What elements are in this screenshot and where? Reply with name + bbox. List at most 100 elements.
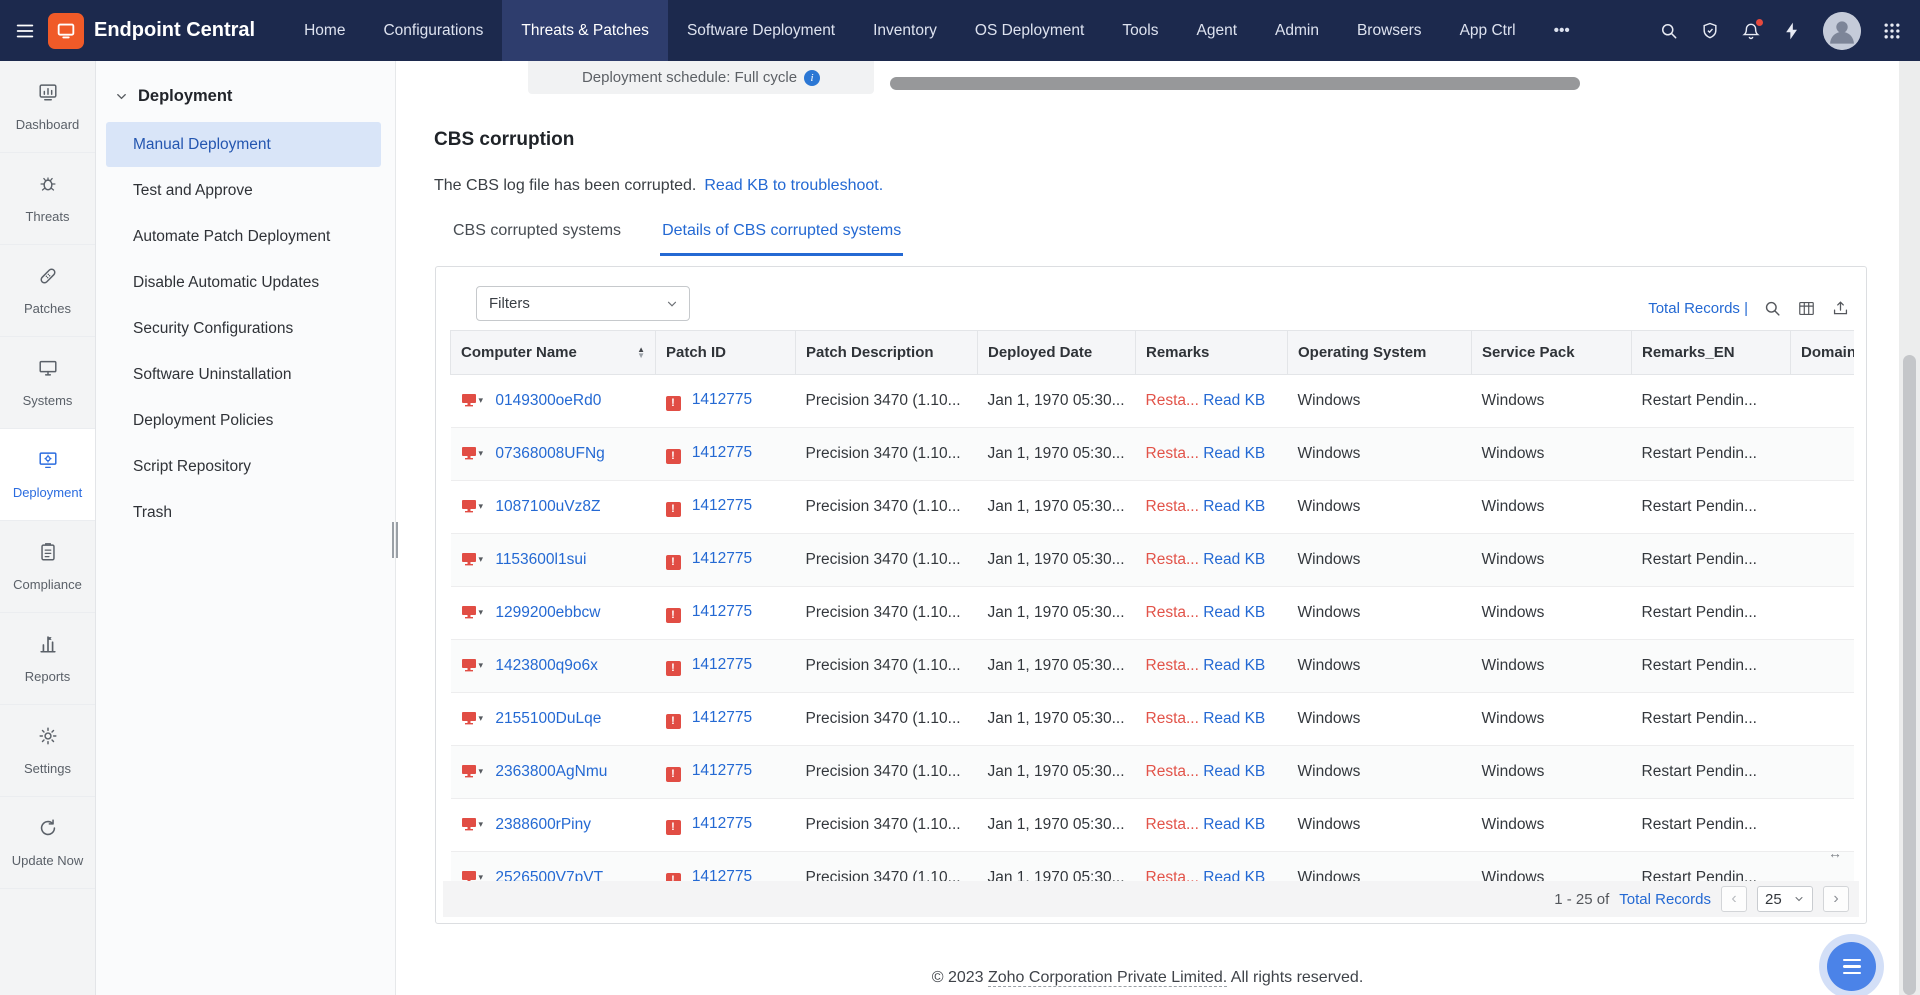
read-kb-link[interactable]: Read KB bbox=[1203, 445, 1265, 462]
nav-item-app-ctrl[interactable]: App Ctrl bbox=[1441, 0, 1535, 61]
total-records-link[interactable]: Total Records | bbox=[1648, 300, 1748, 317]
nav-item-os-deployment[interactable]: OS Deployment bbox=[956, 0, 1103, 61]
zoho-company-link[interactable]: Zoho Corporation Private Limited. bbox=[987, 969, 1228, 987]
nav-item-software-deployment[interactable]: Software Deployment bbox=[668, 0, 854, 61]
computer-icon[interactable]: ▾ bbox=[461, 393, 483, 407]
nav-item-agent[interactable]: Agent bbox=[1178, 0, 1257, 61]
computer-icon[interactable]: ▾ bbox=[461, 552, 483, 566]
rail-item-dashboard[interactable]: Dashboard bbox=[0, 61, 95, 153]
column-header-computer-name[interactable]: Computer Name ▲ ▼ bbox=[450, 330, 656, 375]
rail-item-update-now[interactable]: Update Now bbox=[0, 797, 95, 889]
column-header-patch-id[interactable]: Patch ID bbox=[655, 330, 796, 375]
rail-item-patches[interactable]: Patches bbox=[0, 245, 95, 337]
sidebar-item-deployment-policies[interactable]: Deployment Policies bbox=[106, 398, 381, 443]
nav-item-more[interactable]: ••• bbox=[1535, 0, 1589, 61]
notification-bell-icon[interactable] bbox=[1741, 18, 1763, 41]
horizontal-scrollbar-thumb[interactable] bbox=[890, 77, 1580, 90]
nav-item-home[interactable]: Home bbox=[285, 0, 364, 61]
nav-item-tools[interactable]: Tools bbox=[1103, 0, 1177, 61]
apps-grid-icon[interactable] bbox=[1882, 21, 1902, 41]
read-kb-troubleshoot-link[interactable]: Read KB to troubleshoot. bbox=[704, 177, 883, 195]
read-kb-link[interactable]: Read KB bbox=[1203, 551, 1265, 568]
export-icon[interactable] bbox=[1831, 299, 1850, 318]
read-kb-link[interactable]: Read KB bbox=[1203, 604, 1265, 621]
column-header-patch-description[interactable]: Patch Description bbox=[795, 330, 978, 375]
rail-item-settings[interactable]: Settings bbox=[0, 705, 95, 797]
computer-name-link[interactable]: 0149300oeRd0 bbox=[495, 392, 601, 409]
computer-icon[interactable]: ▾ bbox=[461, 817, 483, 831]
flash-icon[interactable] bbox=[1782, 21, 1802, 41]
nav-item-browsers[interactable]: Browsers bbox=[1338, 0, 1441, 61]
computer-icon[interactable]: ▾ bbox=[461, 711, 483, 725]
column-header-domain[interactable]: Domain bbox=[1790, 330, 1854, 375]
column-header-service-pack[interactable]: Service Pack bbox=[1471, 330, 1632, 375]
nav-item-inventory[interactable]: Inventory bbox=[854, 0, 956, 61]
sidebar-item-trash[interactable]: Trash bbox=[106, 490, 381, 535]
rail-item-systems[interactable]: Systems bbox=[0, 337, 95, 429]
patch-id-link[interactable]: 1412775 bbox=[692, 444, 752, 461]
horizontal-scroll-indicator[interactable]: ↔ bbox=[1828, 845, 1842, 861]
sidebar-item-software-uninstallation[interactable]: Software Uninstallation bbox=[106, 352, 381, 397]
sidebar-item-automate-patch-deployment[interactable]: Automate Patch Deployment bbox=[106, 214, 381, 259]
computer-icon[interactable]: ▾ bbox=[461, 764, 483, 778]
quick-actions-fab[interactable] bbox=[1827, 942, 1876, 991]
nav-item-configurations[interactable]: Configurations bbox=[364, 0, 502, 61]
patch-id-link[interactable]: 1412775 bbox=[692, 656, 752, 673]
rail-item-reports[interactable]: Reports bbox=[0, 613, 95, 705]
info-icon[interactable]: i bbox=[804, 69, 821, 86]
search-icon[interactable] bbox=[1659, 21, 1679, 41]
nav-item-admin[interactable]: Admin bbox=[1256, 0, 1338, 61]
computer-name-link[interactable]: 07368008UFNg bbox=[495, 445, 604, 462]
computer-icon[interactable]: ▾ bbox=[461, 499, 483, 513]
read-kb-link[interactable]: Read KB bbox=[1203, 816, 1265, 833]
patch-id-link[interactable]: 1412775 bbox=[692, 497, 752, 514]
nav-item-threats-patches[interactable]: Threats & Patches bbox=[502, 0, 668, 61]
column-header-remarks-en[interactable]: Remarks_EN bbox=[1631, 330, 1791, 375]
sidebar-item-manual-deployment[interactable]: Manual Deployment bbox=[106, 122, 381, 167]
patch-id-link[interactable]: 1412775 bbox=[692, 603, 752, 620]
vertical-scrollbar-thumb[interactable] bbox=[1903, 355, 1916, 995]
computer-name-link[interactable]: 1153600l1sui bbox=[495, 551, 586, 568]
prev-page-button[interactable]: ‹ bbox=[1721, 886, 1747, 912]
read-kb-link[interactable]: Read KB bbox=[1203, 392, 1265, 409]
read-kb-link[interactable]: Read KB bbox=[1203, 763, 1265, 780]
tab-cbs-corrupted-systems[interactable]: CBS corrupted systems bbox=[451, 218, 623, 256]
shield-icon[interactable] bbox=[1700, 21, 1720, 41]
search-icon[interactable] bbox=[1763, 299, 1782, 318]
column-header-operating-system[interactable]: Operating System bbox=[1287, 330, 1472, 375]
column-header-remarks[interactable]: Remarks bbox=[1135, 330, 1288, 375]
patch-id-link[interactable]: 1412775 bbox=[692, 709, 752, 726]
sidebar-item-test-and-approve[interactable]: Test and Approve bbox=[106, 168, 381, 213]
sidebar-item-security-configurations[interactable]: Security Configurations bbox=[106, 306, 381, 351]
computer-name-link[interactable]: 1423800q9o6x bbox=[495, 657, 598, 674]
menu-icon[interactable] bbox=[14, 20, 36, 42]
rail-item-threats[interactable]: Threats bbox=[0, 153, 95, 245]
page-size-select[interactable]: 25 bbox=[1757, 886, 1813, 912]
pagination-total-records-link[interactable]: Total Records bbox=[1619, 891, 1711, 908]
patch-id-link[interactable]: 1412775 bbox=[692, 391, 752, 408]
computer-name-link[interactable]: 1087100uVz8Z bbox=[495, 498, 600, 515]
read-kb-link[interactable]: Read KB bbox=[1203, 710, 1265, 727]
computer-name-link[interactable]: 2363800AgNmu bbox=[495, 763, 607, 780]
table-columns-icon[interactable] bbox=[1797, 299, 1816, 318]
computer-name-link[interactable]: 2388600rPiny bbox=[495, 816, 591, 833]
sidebar-resize-handle[interactable] bbox=[392, 522, 400, 558]
computer-icon[interactable]: ▾ bbox=[461, 658, 483, 672]
next-page-button[interactable]: › bbox=[1823, 886, 1849, 912]
computer-name-link[interactable]: 2155100DuLqe bbox=[495, 710, 601, 727]
rail-item-deployment[interactable]: Deployment bbox=[0, 429, 95, 521]
computer-icon[interactable]: ▾ bbox=[461, 605, 483, 619]
sidebar-item-disable-automatic-updates[interactable]: Disable Automatic Updates bbox=[106, 260, 381, 305]
user-avatar[interactable] bbox=[1823, 11, 1861, 50]
computer-icon[interactable]: ▾ bbox=[461, 446, 483, 460]
computer-name-link[interactable]: 1299200ebbcw bbox=[495, 604, 600, 621]
rail-item-compliance[interactable]: Compliance bbox=[0, 521, 95, 613]
filters-dropdown[interactable]: Filters bbox=[476, 286, 690, 321]
sidebar-section-header[interactable]: Deployment bbox=[96, 61, 395, 122]
column-header-deployed-date[interactable]: Deployed Date bbox=[977, 330, 1136, 375]
sidebar-item-script-repository[interactable]: Script Repository bbox=[106, 444, 381, 489]
patch-id-link[interactable]: 1412775 bbox=[692, 815, 752, 832]
patch-id-link[interactable]: 1412775 bbox=[692, 550, 752, 567]
patch-id-link[interactable]: 1412775 bbox=[692, 762, 752, 779]
read-kb-link[interactable]: Read KB bbox=[1203, 657, 1265, 674]
